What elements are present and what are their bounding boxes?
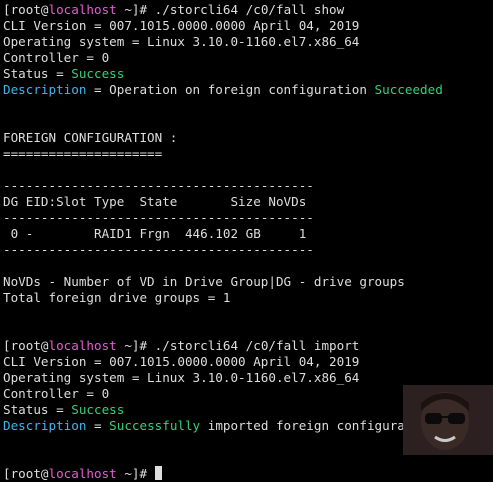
sunglasses-face-icon (421, 392, 469, 450)
command-text: ./storcli64 /c0/fall import (154, 338, 360, 353)
command-line: [root@localhost ~]# ./storcli64 /c0/fall… (3, 338, 493, 354)
status-value: Success (71, 402, 125, 417)
description-key: Description (3, 82, 87, 97)
table-divider: ----------------------------------------… (3, 210, 314, 225)
os-line: Operating system = Linux 3.10.0-1160.el7… (3, 370, 360, 385)
cli-version-line: CLI Version = 007.1015.0000.0000 April 0… (3, 18, 360, 33)
prompt-suffix: ~]# (116, 466, 155, 481)
legend-line: NoVDs - Number of VD in Drive Group|DG -… (3, 274, 405, 289)
prompt-suffix: ~]# (116, 338, 155, 353)
prompt-suffix: ~]# (116, 2, 155, 17)
prompt-host: localhost (48, 466, 117, 481)
prompt-user: [root@ (3, 466, 49, 481)
prompt-user: [root@ (3, 338, 49, 353)
description-text: = Operation on foreign configuration (86, 82, 375, 97)
command-text: ./storcli64 /c0/fall show (154, 2, 345, 17)
total-line: Total foreign drive groups = 1 (3, 290, 231, 305)
command-line: [root@localhost ~]# ./storcli64 /c0/fall… (3, 2, 493, 18)
avatar (403, 385, 493, 455)
table-header: DG EID:Slot Type State Size NoVDs (3, 194, 307, 209)
status-key: Status = (3, 402, 72, 417)
active-prompt-line[interactable]: [root@localhost ~]# (3, 466, 493, 482)
table-divider: ----------------------------------------… (3, 178, 314, 193)
foreign-heading: FOREIGN CONFIGURATION : (3, 130, 178, 145)
description-line: Description = Operation on foreign confi… (3, 82, 493, 98)
prompt-host: localhost (48, 338, 117, 353)
status-key: Status = (3, 66, 72, 81)
foreign-heading-underline: ===================== (3, 146, 163, 161)
status-value: Success (71, 66, 125, 81)
os-line: Operating system = Linux 3.10.0-1160.el7… (3, 34, 360, 49)
description-eq: = (86, 418, 110, 433)
table-divider: ----------------------------------------… (3, 242, 314, 257)
description-value: Successfully (109, 418, 201, 433)
cli-version-line: CLI Version = 007.1015.0000.0000 April 0… (3, 354, 360, 369)
prompt-host: localhost (48, 2, 117, 17)
prompt-user: [root@ (3, 2, 49, 17)
status-line: Status = Success (3, 66, 493, 82)
controller-line: Controller = 0 (3, 50, 110, 65)
text-cursor (154, 466, 162, 480)
description-value: Succeeded (374, 82, 443, 97)
description-text: imported foreign configuration (200, 418, 436, 433)
table-row: 0 - RAID1 Frgn 446.102 GB 1 (3, 226, 307, 241)
description-key: Description (3, 418, 87, 433)
